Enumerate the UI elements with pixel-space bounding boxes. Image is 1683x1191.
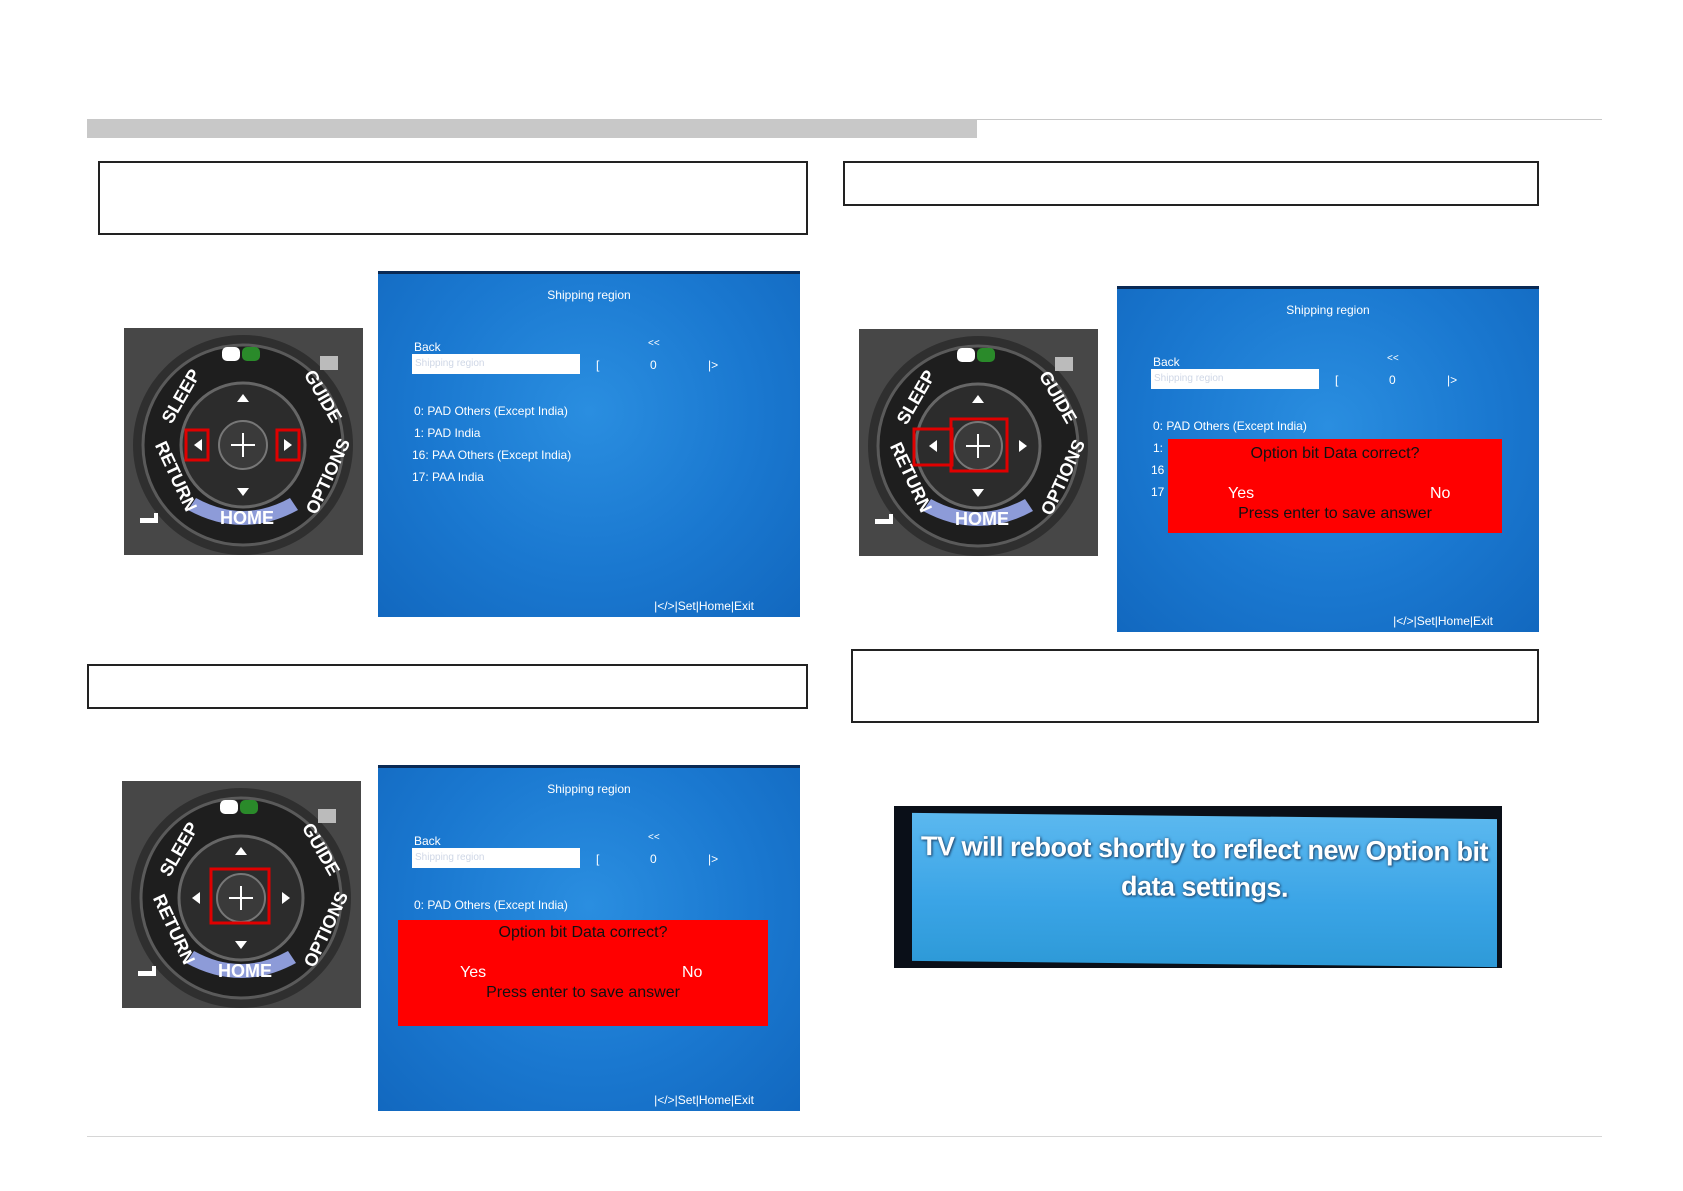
reboot-message: TV will reboot shortly to reflect new Op… xyxy=(912,827,1497,909)
option-item: 1: xyxy=(1153,441,1164,455)
dialog-prompt: Press enter to save answer xyxy=(1238,505,1432,522)
screen-footer: |</>|Set|Home|Exit xyxy=(654,599,754,613)
option-item: 17: PAA India xyxy=(412,470,484,484)
prev-arrows: << xyxy=(648,338,660,349)
back-item[interactable]: Back xyxy=(414,340,441,354)
dialog-question: Option bit Data correct? xyxy=(498,924,668,941)
remote-control-2: SLEEP GUIDE RETURN OPTIONS HOME xyxy=(859,329,1098,556)
step-text-box-4 xyxy=(851,649,1539,723)
dialog-prompt: Press enter to save answer xyxy=(486,984,680,1001)
option-item: 1: PAD India xyxy=(414,426,481,440)
tv-reboot-message-screen: TV will reboot shortly to reflect new Op… xyxy=(894,806,1502,968)
confirm-dialog: Option bit Data correct? Yes No Press en… xyxy=(1168,439,1502,533)
value-bracket: [ xyxy=(596,358,600,372)
footer-rule xyxy=(87,1136,1602,1137)
step-text-box-1 xyxy=(98,161,808,235)
value-bracket: [ xyxy=(1335,373,1339,387)
header-rule xyxy=(977,119,1602,120)
reboot-message-line-1: TV will reboot shortly to reflect new Op… xyxy=(920,831,1489,867)
home-label: HOME xyxy=(218,961,272,981)
screen-footer: |</>|Set|Home|Exit xyxy=(1393,614,1493,628)
yes-option[interactable]: Yes xyxy=(1228,485,1254,503)
header-bar xyxy=(87,119,977,138)
option-item: 0: PAD Others (Except India) xyxy=(414,898,568,912)
remote-control-1: SLEEP GUIDE RETURN OPTIONS HOME xyxy=(124,328,363,555)
yes-option[interactable]: Yes xyxy=(460,964,486,982)
option-item: 17 xyxy=(1151,485,1165,499)
option-item: 0: PAD Others (Except India) xyxy=(1153,419,1307,433)
step-text-box-3 xyxy=(87,664,808,709)
option-item: 16: PAA Others (Except India) xyxy=(412,448,572,462)
step-text-box-2 xyxy=(843,161,1539,206)
shipping-region-field[interactable]: Shipping region xyxy=(412,848,580,868)
reboot-message-line-2: data settings. xyxy=(1120,871,1289,903)
prev-arrows: << xyxy=(648,832,660,843)
prev-arrows: << xyxy=(1387,353,1399,364)
region-value: 0 xyxy=(1389,373,1396,387)
confirm-dialog: Option bit Data correct? Yes No Press en… xyxy=(398,920,768,1026)
next-arrow: |> xyxy=(1447,373,1458,387)
screen-title: Shipping region xyxy=(1286,303,1370,317)
home-label: HOME xyxy=(220,508,274,528)
back-item[interactable]: Back xyxy=(414,834,441,848)
shipping-region-field[interactable]: Shipping region xyxy=(1151,369,1319,389)
tv-screen-shipping-region-2: Shipping region Back << Shipping region … xyxy=(1117,286,1539,632)
home-label: HOME xyxy=(955,509,1009,529)
screen-footer: |</>|Set|Home|Exit xyxy=(654,1093,754,1107)
screen-title: Shipping region xyxy=(547,782,631,796)
no-option[interactable]: No xyxy=(1430,485,1450,503)
region-value: 0 xyxy=(650,358,657,372)
tv-screen-shipping-region-1: Shipping region Back << Shipping region … xyxy=(378,271,800,617)
reboot-message-panel: TV will reboot shortly to reflect new Op… xyxy=(912,812,1497,968)
option-item: 16 xyxy=(1151,463,1165,477)
next-arrow: |> xyxy=(708,358,719,372)
next-arrow: |> xyxy=(708,852,719,866)
screen-title: Shipping region xyxy=(547,288,631,302)
region-value: 0 xyxy=(650,852,657,866)
dialog-question: Option bit Data correct? xyxy=(1250,445,1420,462)
option-item: 0: PAD Others (Except India) xyxy=(414,404,568,418)
back-item[interactable]: Back xyxy=(1153,355,1180,369)
remote-control-3: SLEEP GUIDE RETURN OPTIONS HOME xyxy=(122,781,361,1008)
no-option[interactable]: No xyxy=(682,964,702,982)
shipping-region-field[interactable]: Shipping region xyxy=(412,354,580,374)
value-bracket: [ xyxy=(596,852,600,866)
tv-screen-shipping-region-3: Shipping region Back << Shipping region … xyxy=(378,765,800,1111)
